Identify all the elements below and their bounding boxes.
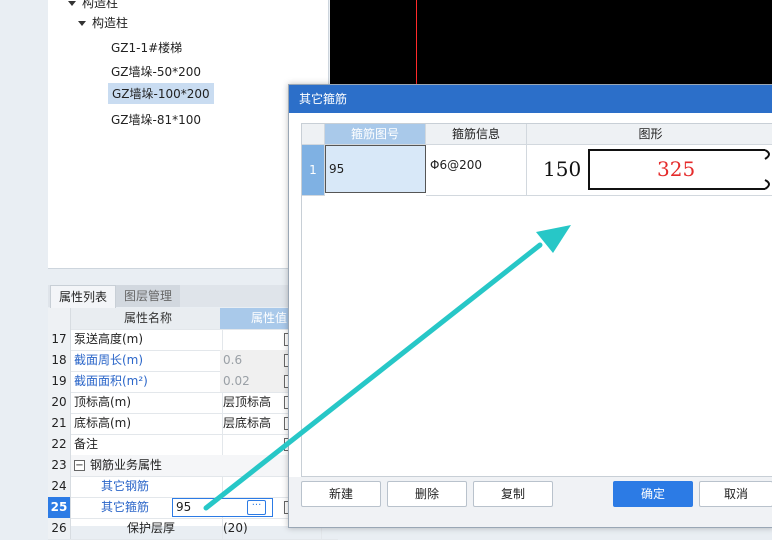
annotation-arrow: [203, 225, 571, 511]
